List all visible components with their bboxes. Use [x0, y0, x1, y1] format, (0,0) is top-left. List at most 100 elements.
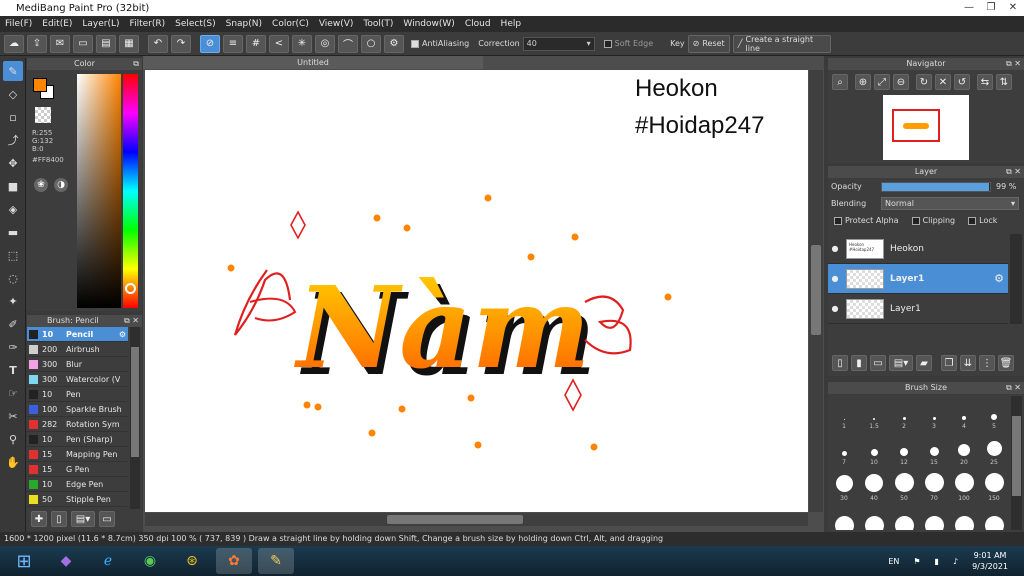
- layer-row[interactable]: ● Heokon #Hoidap247 Heokon: [828, 234, 1008, 264]
- straight-line-button[interactable]: ╱ Create a straight line: [732, 34, 831, 53]
- grid-snap-icon[interactable]: #: [246, 34, 266, 53]
- document-tab[interactable]: Untitled: [143, 56, 483, 69]
- brush-size-option[interactable]: 40: [859, 466, 889, 502]
- horizontal-scroll-thumb[interactable]: [387, 515, 523, 524]
- drawing-canvas[interactable]: Heokon #Hoidap247 Nàm Nàm: [145, 70, 808, 512]
- bucket-tool-icon[interactable]: ◈: [3, 199, 23, 219]
- gradient-tool-icon[interactable]: ▬: [3, 222, 23, 242]
- medibang-taskbar-icon[interactable]: ✿: [216, 548, 252, 574]
- chrome-icon[interactable]: ⊛: [174, 548, 210, 574]
- brush-size-option[interactable]: 30: [829, 466, 859, 502]
- select-tool-icon[interactable]: ⬚: [3, 245, 23, 265]
- layer-row-selected[interactable]: ● Layer1 ⚙: [828, 264, 1008, 294]
- brush-size-option[interactable]: [829, 502, 859, 530]
- volume-icon[interactable]: ♪: [953, 556, 958, 567]
- hue-slider-handle[interactable]: [125, 283, 136, 294]
- hue-slider[interactable]: [123, 74, 138, 308]
- brush-size-scrollbar[interactable]: [1011, 396, 1022, 530]
- menu-edit[interactable]: Edit(E): [37, 19, 77, 29]
- gear-icon[interactable]: ⚙: [994, 272, 1004, 285]
- eyedropper-icon[interactable]: ⚲: [3, 429, 23, 449]
- flip-icon[interactable]: ⇆: [977, 74, 993, 90]
- share-icon[interactable]: ⇪: [27, 34, 47, 53]
- document-icon[interactable]: ▤: [96, 34, 116, 53]
- transparent-swatch[interactable]: [35, 107, 51, 123]
- brush-item[interactable]: 300 Blur: [27, 357, 128, 372]
- circle-snap-icon[interactable]: ○: [361, 34, 381, 53]
- brush-size-option[interactable]: [949, 502, 979, 530]
- brush-size-option[interactable]: 1: [829, 394, 859, 430]
- undo-icon[interactable]: ↶: [148, 34, 168, 53]
- soft-edge-checkbox[interactable]: [603, 39, 612, 48]
- language-indicator[interactable]: EN: [888, 556, 899, 567]
- brush-size-option[interactable]: 4: [949, 394, 979, 430]
- flip-vertical-icon[interactable]: ⇅: [996, 74, 1012, 90]
- zoom-in-icon[interactable]: ⊕: [855, 74, 871, 90]
- brush-size-option[interactable]: 70: [919, 466, 949, 502]
- menu-cloud[interactable]: Cloud: [460, 19, 496, 29]
- color-history-icon[interactable]: ◑: [54, 178, 68, 192]
- new-8bit-layer-icon[interactable]: ▭: [870, 355, 886, 371]
- visual-studio-icon[interactable]: ◆: [48, 548, 84, 574]
- brush-size-option[interactable]: [919, 502, 949, 530]
- brush-item[interactable]: 15 G Pen: [27, 462, 128, 477]
- divide-tool-icon[interactable]: ✂: [3, 406, 23, 426]
- gear-icon[interactable]: ⚙: [119, 330, 126, 339]
- brush-item[interactable]: 50 Stipple Pen: [27, 492, 128, 507]
- brush-item[interactable]: 100 Sparkle Brush: [27, 402, 128, 417]
- radial-snap-icon[interactable]: ✳: [292, 34, 312, 53]
- paint-taskbar-icon[interactable]: ✎: [258, 548, 294, 574]
- menu-layer[interactable]: Layer(L): [77, 19, 124, 29]
- brush-item[interactable]: 10 Pencil ⚙: [27, 327, 128, 342]
- brush-item[interactable]: 10 Pen: [27, 387, 128, 402]
- system-tray-clock[interactable]: EN ⚑ ▮ ♪ 9:01 AM 9/3/2021: [888, 550, 1008, 572]
- trash-icon[interactable]: 🗑: [998, 355, 1014, 371]
- save-icon[interactable]: ▭: [73, 34, 93, 53]
- reset-view-icon[interactable]: ✕: [935, 74, 951, 90]
- add-layer-menu-icon[interactable]: ▤▾: [889, 355, 913, 371]
- brush-size-option[interactable]: 10: [859, 430, 889, 466]
- brush-size-option[interactable]: 50: [889, 466, 919, 502]
- new-brush-icon[interactable]: ▯: [51, 511, 67, 527]
- blending-select[interactable]: Normal ▾: [881, 197, 1019, 210]
- navigator-preview[interactable]: [883, 95, 969, 160]
- lasso-tool-icon[interactable]: ◌: [3, 268, 23, 288]
- parallel-snap-icon[interactable]: ≡: [223, 34, 243, 53]
- page-manager-icon[interactable]: ▦: [119, 34, 139, 53]
- clipping-checkbox[interactable]: [911, 216, 920, 225]
- merge-down-icon[interactable]: ⇊: [960, 355, 976, 371]
- panel-popout-icon[interactable]: ⧉ ✕: [1006, 166, 1021, 178]
- menu-window[interactable]: Window(W): [398, 19, 459, 29]
- brush-size-option[interactable]: 12: [889, 430, 919, 466]
- blur-tool-icon[interactable]: ⤴: [3, 130, 23, 150]
- menu-tool[interactable]: Tool(T): [358, 19, 398, 29]
- panel-popout-icon[interactable]: ⧉ ✕: [1006, 382, 1021, 394]
- minimize-icon[interactable]: —: [958, 0, 980, 16]
- select-pen-icon[interactable]: ✐: [3, 314, 23, 334]
- correction-select[interactable]: 40 ▾: [522, 36, 595, 51]
- zoom-search-icon[interactable]: ⌕: [832, 74, 848, 90]
- opacity-slider[interactable]: [881, 181, 991, 192]
- text-tool-icon[interactable]: T: [3, 360, 23, 380]
- add-brush-icon[interactable]: ✚: [31, 511, 47, 527]
- antialiasing-checkbox[interactable]: [411, 39, 419, 48]
- canvas-horizontal-scrollbar[interactable]: [145, 513, 808, 526]
- rotate-icon[interactable]: ↻: [916, 74, 932, 90]
- menu-snap[interactable]: Snap(N): [221, 19, 267, 29]
- duplicate-layer-icon[interactable]: ❐: [941, 355, 957, 371]
- brush-size-option[interactable]: [889, 502, 919, 530]
- canvas-vertical-scrollbar[interactable]: [809, 70, 823, 512]
- menu-color[interactable]: Color(C): [267, 19, 314, 29]
- lock-checkbox[interactable]: [968, 216, 977, 225]
- snap-off-icon[interactable]: ⊘: [200, 34, 220, 53]
- visibility-eye-icon[interactable]: ●: [828, 304, 842, 313]
- maximize-icon[interactable]: ❐: [980, 0, 1002, 16]
- flag-icon[interactable]: ⚑: [913, 556, 920, 567]
- brush-item[interactable]: 15 Mapping Pen: [27, 447, 128, 462]
- rotate-ccw-icon[interactable]: ↺: [954, 74, 970, 90]
- vertical-scroll-thumb[interactable]: [811, 245, 821, 335]
- hand-tool-icon[interactable]: ✋: [3, 452, 23, 472]
- brush-size-option[interactable]: 1.5: [859, 394, 889, 430]
- select-eraser-icon[interactable]: ✑: [3, 337, 23, 357]
- move-tool-icon[interactable]: ✥: [3, 153, 23, 173]
